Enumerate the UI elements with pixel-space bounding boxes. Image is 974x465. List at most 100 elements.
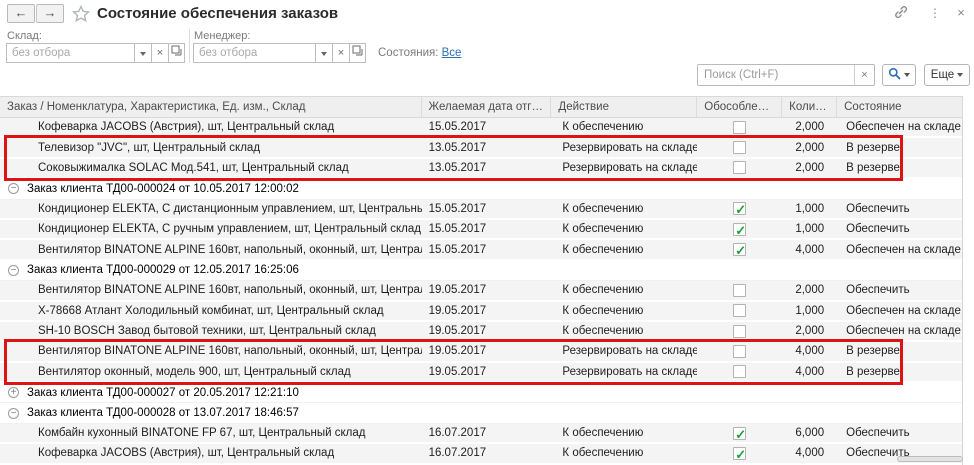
group-row[interactable]: −Заказ клиента ТД00-000024 от 10.05.2017… [0,179,962,199]
table-row[interactable]: Х-78668 Атлант Холодильный комбинат, шт,… [0,302,962,322]
status-value: В резерве [837,159,962,177]
table-row[interactable]: Кондиционер ELEKTA, С ручным управлением… [0,220,962,240]
shipment-date: 15.05.2017 [422,241,552,259]
back-button[interactable]: ← [7,4,35,23]
orders-table: Заказ / Номенклатура, Характеристика, Ед… [0,96,963,465]
warehouse-dropdown-icon[interactable] [134,43,151,63]
item-name: SH-10 BOSCH Завод бытовой техники, шт, Ц… [0,322,422,340]
checkbox-unchecked[interactable] [733,345,746,358]
search-clear-icon[interactable]: × [854,65,874,85]
table-row[interactable]: Кондиционер ELEKTA, С дистанционным упра… [0,200,962,220]
item-name: Вентилятор оконный, модель 900, шт, Цент… [0,363,422,381]
checkbox-checked[interactable] [733,223,746,236]
states-filter: Состояния: Все [378,47,461,59]
table-row[interactable]: Комбайн кухонный BINATONE FP 67, шт, Цен… [0,424,962,444]
search-row: × Еще [0,62,974,92]
shipment-date: 15.05.2017 [422,200,552,218]
quantity-value: 1,000 [782,302,837,320]
column-header-order[interactable]: Заказ / Номенклатура, Характеристика, Ед… [0,97,422,117]
checkbox-unchecked[interactable] [733,141,746,154]
group-row[interactable]: −Заказ клиента ТД00-000028 от 13.07.2017… [0,403,962,423]
action-value: К обеспечению [551,118,697,136]
item-name: Соковыжималка SOLAC Мод.541, шт, Централ… [0,159,422,177]
action-value: К обеспечению [551,322,697,340]
horizontal-scrollbar[interactable] [897,456,963,462]
group-title: Заказ клиента ТД00-000027 от 20.05.2017 … [27,387,299,399]
table-row[interactable]: Вентилятор оконный, модель 900, шт, Цент… [0,363,962,383]
manager-input[interactable] [193,43,315,63]
status-value: Обеспечить [837,200,962,218]
checkbox-checked[interactable] [733,447,746,460]
column-header-action[interactable]: Действие [551,97,697,117]
status-value: Обеспечить [837,424,962,442]
table-row[interactable]: Кофеварка JACOBS (Австрия), шт, Централь… [0,118,962,138]
column-header-status[interactable]: Состояние [837,97,962,117]
table-header: Заказ / Номенклатура, Характеристика, Ед… [0,96,963,118]
shipment-date: 19.05.2017 [422,342,552,360]
checkbox-unchecked[interactable] [733,284,746,297]
states-label: Состояния: [378,47,438,59]
collapse-icon[interactable]: − [8,265,19,276]
more-button[interactable]: Еще [924,64,970,86]
table-row[interactable]: Телевизор "JVC", шт, Центральный склад13… [0,138,962,158]
states-all-link[interactable]: Все [442,47,462,59]
status-value: В резерве [837,363,962,381]
shipment-date: 19.05.2017 [422,363,552,381]
warehouse-choose-icon[interactable] [168,43,185,63]
table-row[interactable]: Вентилятор BINATONE ALPINE 160вт, наполь… [0,240,962,260]
checkbox-unchecked[interactable] [733,161,746,174]
checkbox-checked[interactable] [733,243,746,256]
checkbox-checked[interactable] [733,202,746,215]
group-row[interactable]: + Заказ клиента ТД00-000027 от 20.05.2017… [0,383,962,403]
status-value: В резерве [837,139,962,157]
checkbox-unchecked[interactable] [733,325,746,338]
manager-choose-icon[interactable] [349,43,366,63]
quantity-value: 4,000 [782,444,837,462]
quantity-value: 4,000 [782,241,837,259]
expand-icon[interactable]: + [8,387,19,398]
warehouse-input[interactable] [6,43,134,63]
close-icon[interactable]: × [952,4,970,22]
action-value: К обеспечению [551,241,697,259]
more-menu-icon[interactable]: ⋮ [926,4,944,22]
quantity-value: 2,000 [782,139,837,157]
search-input[interactable] [698,65,854,85]
table-row[interactable]: Вентилятор BINATONE ALPINE 160вт, наполь… [0,342,962,362]
manager-clear-icon[interactable]: × [332,43,349,63]
table-row[interactable]: SH-10 BOSCH Завод бытовой техники, шт, Ц… [0,322,962,342]
shipment-date: 15.05.2017 [422,220,552,238]
checkbox-unchecked[interactable] [733,365,746,378]
column-header-quantity[interactable]: Количес... [782,97,837,117]
get-link-icon[interactable] [892,4,910,22]
column-header-separate[interactable]: Обособленно [697,97,782,117]
table-row[interactable]: Соковыжималка SOLAC Мод.541, шт, Централ… [0,159,962,179]
item-name: Телевизор "JVC", шт, Центральный склад [0,139,422,157]
forward-button[interactable]: → [36,4,64,23]
shipment-date: 16.07.2017 [422,444,552,462]
item-name: Вентилятор BINATONE ALPINE 160вт, наполь… [0,342,422,360]
column-header-date[interactable]: Желаемая дата отгрузки [422,97,552,117]
manager-dropdown-icon[interactable] [315,43,332,63]
item-name: Комбайн кухонный BINATONE FP 67, шт, Цен… [0,424,422,442]
status-value: Обеспечен на складе [837,118,962,136]
table-row[interactable]: Кофеварка JACOBS (Австрия), шт, Централь… [0,444,962,464]
shipment-date: 16.07.2017 [422,424,552,442]
search-button[interactable] [882,64,916,86]
warehouse-clear-icon[interactable]: × [151,43,168,63]
warehouse-filter: × [6,43,185,63]
table-row[interactable]: Вентилятор BINATONE ALPINE 160вт, наполь… [0,281,962,301]
item-name: Кондиционер ELEKTA, С дистанционным упра… [0,200,422,218]
group-title: Заказ клиента ТД00-000024 от 10.05.2017 … [27,183,299,195]
action-value: Резервировать на складе [551,342,697,360]
collapse-icon[interactable]: − [8,408,19,419]
separate-cell [697,447,782,460]
shipment-date: 15.05.2017 [422,118,552,136]
collapse-icon[interactable]: − [8,183,19,194]
separate-cell [697,161,782,174]
manager-label: Менеджер: [194,30,250,42]
checkbox-unchecked[interactable] [733,304,746,317]
checkbox-checked[interactable] [733,427,746,440]
group-row[interactable]: −Заказ клиента ТД00-000029 от 12.05.2017… [0,261,962,281]
checkbox-unchecked[interactable] [733,121,746,134]
favorite-star-icon[interactable] [71,4,91,24]
